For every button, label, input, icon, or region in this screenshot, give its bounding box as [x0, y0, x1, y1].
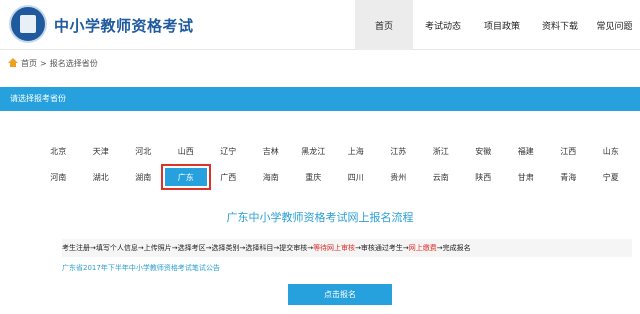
flow-steps-part5: →完成报名 — [436, 244, 471, 252]
province-button[interactable]: 黑龙江 — [292, 142, 335, 160]
site-logo-icon[interactable] — [9, 5, 47, 43]
nav-item-downloads[interactable]: 资料下载 — [531, 0, 589, 50]
flow-steps: 考生注册→填写个人信息→上传照片→选择考区→选择类别→选择科目→提交审核→ 等待网… — [62, 239, 632, 257]
province-grid: 北京 天津 河北 山西 辽宁 吉林 黑龙江 上海 江苏 浙江 安徽 福建 江西 山东 河南 湖北 湖南 广东 广西… — [37, 142, 633, 194]
section-bar: 请选择报考省份 — [0, 87, 640, 111]
province-button[interactable]: 天津 — [80, 142, 123, 160]
breadcrumb-home[interactable]: 首页 — [21, 58, 37, 69]
province-button[interactable]: 青海 — [547, 168, 590, 186]
province-button[interactable]: 北京 — [37, 142, 80, 160]
nav-item-home[interactable]: 首页 — [355, 0, 413, 50]
nav-item-exam-news[interactable]: 考试动态 — [413, 0, 473, 50]
province-button[interactable]: 吉林 — [250, 142, 293, 160]
flow-step-payment: 网上缴费 — [408, 244, 437, 252]
nav-item-policy[interactable]: 项目政策 — [473, 0, 531, 50]
flow-steps-part1: 考生注册→填写个人信息→上传照片→选择考区→选择类别→选择科目→提交审核→ — [62, 244, 314, 252]
province-button[interactable]: 江苏 — [377, 142, 420, 160]
flow-step-await-review: 等待网上审核 — [313, 244, 356, 252]
province-button[interactable]: 重庆 — [292, 168, 335, 186]
province-button[interactable]: 辽宁 — [207, 142, 250, 160]
flow-steps-part3: →审核通过考生→ — [355, 244, 409, 252]
province-row: 河南 湖北 湖南 广东 广西 海南 重庆 四川 贵州 云南 陕西 甘肃 青海 宁夏 — [37, 164, 633, 194]
province-button[interactable]: 广西 — [207, 168, 250, 186]
province-button[interactable]: 河北 — [122, 142, 165, 160]
province-button[interactable]: 山西 — [165, 142, 208, 160]
province-button[interactable]: 陕西 — [462, 168, 505, 186]
breadcrumb: 首页 > 报名选择省份 — [8, 56, 98, 70]
province-button[interactable]: 福建 — [505, 142, 548, 160]
signup-button[interactable]: 点击报名 — [288, 284, 392, 305]
province-button-selected[interactable]: 广东 — [160, 164, 211, 190]
province-button[interactable]: 甘肃 — [505, 168, 548, 186]
province-button[interactable]: 四川 — [335, 168, 378, 186]
province-button[interactable]: 上海 — [335, 142, 378, 160]
section-bar-label: 请选择报考省份 — [10, 94, 66, 103]
province-button[interactable]: 云南 — [420, 168, 463, 186]
site-header: 中小学教师资格考试 首页 考试动态 项目政策 资料下载 常见问题 — [0, 0, 640, 50]
province-button[interactable]: 湖北 — [80, 168, 123, 186]
province-button[interactable]: 河南 — [37, 168, 80, 186]
exam-notice-link[interactable]: 广东省2017年下半年中小学教师资格考试笔试公告 — [62, 263, 220, 273]
province-button[interactable]: 湖南 — [122, 168, 165, 186]
flow-title: 广东中小学教师资格考试网上报名流程 — [226, 211, 414, 224]
province-button[interactable]: 宁夏 — [590, 168, 633, 186]
breadcrumb-current: 报名选择省份 — [49, 58, 98, 68]
province-button[interactable]: 贵州 — [377, 168, 420, 186]
home-icon — [8, 58, 18, 68]
breadcrumb-separator: > — [40, 58, 47, 68]
province-button[interactable]: 山东 — [590, 142, 633, 160]
province-button[interactable]: 海南 — [250, 168, 293, 186]
province-button[interactable]: 浙江 — [420, 142, 463, 160]
site-title[interactable]: 中小学教师资格考试 — [54, 15, 194, 36]
province-row: 北京 天津 河北 山西 辽宁 吉林 黑龙江 上海 江苏 浙江 安徽 福建 江西 山东 — [37, 142, 633, 168]
nav-item-faq[interactable]: 常见问题 — [589, 0, 640, 50]
province-button[interactable]: 江西 — [547, 142, 590, 160]
main-nav: 首页 考试动态 项目政策 资料下载 常见问题 — [355, 0, 640, 50]
province-button[interactable]: 安徽 — [462, 142, 505, 160]
